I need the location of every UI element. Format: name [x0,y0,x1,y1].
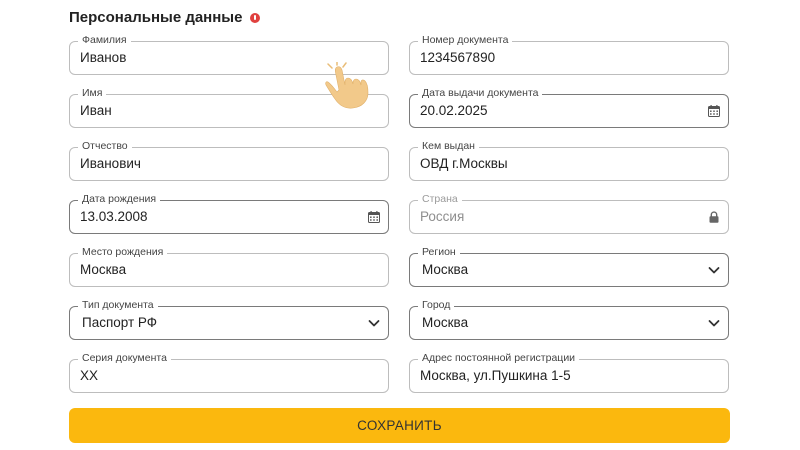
pointing-hand-icon [325,62,369,109]
first-name-value[interactable]: Иван [80,94,112,128]
city-select[interactable]: Город Москва [409,298,729,340]
patronymic-value[interactable]: Иванович [80,147,141,181]
birth-date-value[interactable]: 13.03.2008 [80,200,148,234]
document-series-field[interactable]: Серия документа ХХ [69,351,389,393]
section-header: Персональные данные [69,9,261,26]
save-button[interactable]: СОХРАНИТЬ [69,408,730,443]
document-number-value[interactable]: 1234567890 [420,41,495,75]
calendar-icon[interactable] [368,211,380,223]
document-type-value[interactable]: Паспорт РФ [82,306,157,340]
chevron-down-icon[interactable] [708,317,720,329]
issued-by-field[interactable]: Кем выдан ОВД г.Москвы [409,139,729,181]
last-name-value[interactable]: Иванов [80,41,126,75]
document-type-select[interactable]: Тип документа Паспорт РФ [69,298,389,340]
document-number-field[interactable]: Номер документа 1234567890 [409,33,729,75]
section-title: Персональные данные [69,9,243,26]
registration-address-field[interactable]: Адрес постоянной регистрации Москва, ул.… [409,351,729,393]
chevron-down-icon[interactable] [368,317,380,329]
issued-by-value[interactable]: ОВД г.Москвы [420,147,508,181]
patronymic-field[interactable]: Отчество Иванович [69,139,389,181]
issue-date-value[interactable]: 20.02.2025 [420,94,488,128]
registration-address-value[interactable]: Москва, ул.Пушкина 1-5 [420,359,571,393]
lock-icon [709,211,719,223]
city-value[interactable]: Москва [422,306,468,340]
region-select[interactable]: Регион Москва [409,245,729,287]
required-info-icon [250,12,261,23]
birth-place-value[interactable]: Москва [80,253,126,287]
birth-place-field[interactable]: Место рождения Москва [69,245,389,287]
country-field: Страна Россия [409,192,729,234]
birth-date-field[interactable]: Дата рождения 13.03.2008 [69,192,389,234]
issue-date-field[interactable]: Дата выдачи документа 20.02.2025 [409,86,729,128]
document-series-value[interactable]: ХХ [80,359,98,393]
chevron-down-icon[interactable] [708,264,720,276]
region-value[interactable]: Москва [422,253,468,287]
country-value: Россия [420,209,465,224]
calendar-icon[interactable] [708,105,720,117]
